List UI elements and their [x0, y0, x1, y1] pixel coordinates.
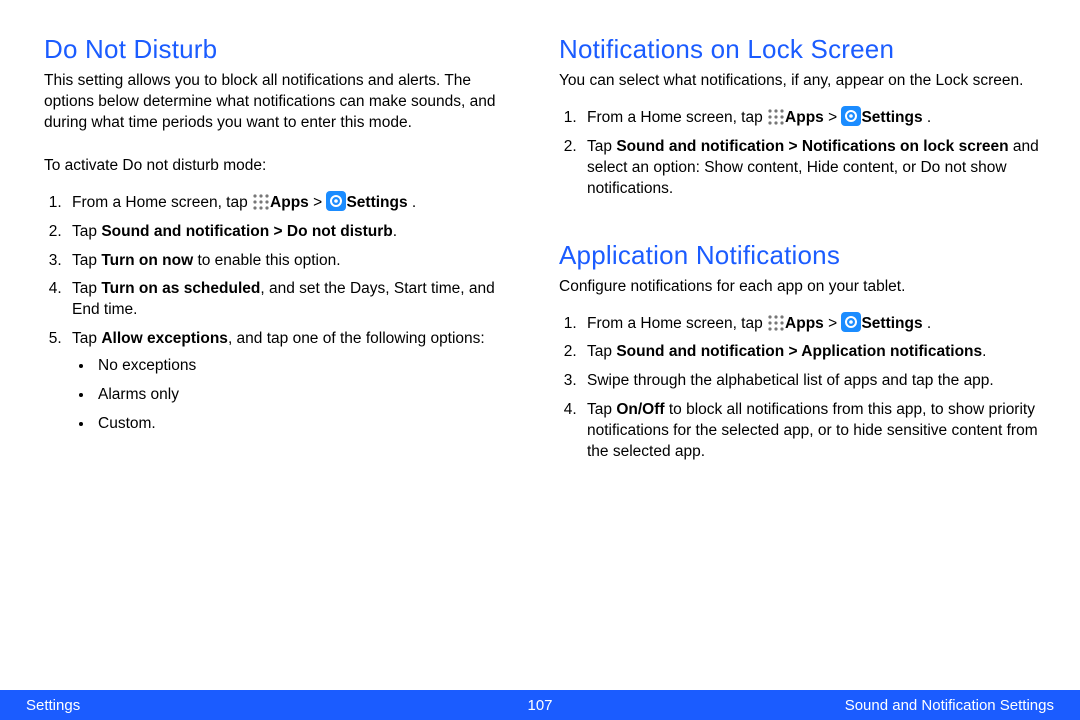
text-fragment: Tap	[587, 401, 616, 418]
dnd-steps: From a Home screen, tap Apps > Settings …	[44, 191, 525, 435]
footer-right: Sound and Notification Settings	[845, 697, 1054, 714]
appnotif-intro: Configure notifications for each app on …	[559, 277, 1040, 298]
dnd-step-1: From a Home screen, tap Apps > Settings …	[66, 191, 525, 214]
bold-action: Turn on now	[101, 252, 193, 269]
appnotif-step-3: Swipe through the alphabetical list of a…	[581, 371, 1040, 392]
settings-gear-icon	[841, 312, 861, 332]
text-fragment: Tap	[72, 223, 101, 240]
apps-label: Apps	[785, 109, 824, 126]
page-content: Do Not Disturb This setting allows you t…	[0, 0, 1080, 690]
apps-grid-icon	[252, 193, 270, 211]
dnd-step-5: Tap Allow exceptions, and tap one of the…	[66, 329, 525, 435]
apps-grid-icon	[767, 108, 785, 126]
lock-steps: From a Home screen, tap Apps > Settings …	[559, 106, 1040, 200]
dnd-option-alarms: Alarms only	[94, 385, 525, 406]
text-fragment: From a Home screen, tap	[587, 109, 767, 126]
text-fragment: Tap	[72, 252, 101, 269]
text-fragment: .	[393, 223, 397, 240]
text-fragment: .	[923, 315, 932, 332]
right-column: Notifications on Lock Screen You can sel…	[559, 34, 1040, 680]
apps-label: Apps	[785, 315, 824, 332]
text-fragment: Tap	[72, 330, 101, 347]
dnd-step-3: Tap Turn on now to enable this option.	[66, 251, 525, 272]
text-fragment: >	[309, 194, 327, 211]
bold-action: Allow exceptions	[101, 330, 228, 347]
dnd-step-4: Tap Turn on as scheduled, and set the Da…	[66, 279, 525, 321]
settings-gear-icon	[326, 191, 346, 211]
lock-step-2: Tap Sound and notification > Notificatio…	[581, 137, 1040, 200]
text-fragment: .	[408, 194, 417, 211]
text-fragment: Tap	[587, 343, 616, 360]
settings-gear-icon	[841, 106, 861, 126]
text-fragment: .	[982, 343, 986, 360]
dnd-intro: This setting allows you to block all not…	[44, 71, 525, 134]
lock-heading: Notifications on Lock Screen	[559, 34, 1040, 65]
bold-path: Sound and notification > Application not…	[616, 343, 982, 360]
text-fragment: From a Home screen, tap	[72, 194, 252, 211]
left-column: Do Not Disturb This setting allows you t…	[44, 34, 525, 680]
appnotif-step-4: Tap On/Off to block all notifications fr…	[581, 400, 1040, 463]
bold-action: On/Off	[616, 401, 664, 418]
footer-left: Settings	[26, 697, 80, 714]
text-fragment: >	[824, 109, 842, 126]
text-fragment: >	[824, 315, 842, 332]
dnd-exception-options: No exceptions Alarms only Custom.	[72, 356, 525, 435]
settings-label: Settings	[861, 109, 922, 126]
dnd-option-none: No exceptions	[94, 356, 525, 377]
bold-path: Sound and notification > Do not disturb	[101, 223, 392, 240]
footer-page-number: 107	[527, 697, 552, 714]
bold-action: Turn on as scheduled	[101, 280, 260, 297]
lock-step-1: From a Home screen, tap Apps > Settings …	[581, 106, 1040, 129]
text-fragment: .	[923, 109, 932, 126]
lock-intro: You can select what notifications, if an…	[559, 71, 1040, 92]
settings-label: Settings	[346, 194, 407, 211]
appnotif-step-1: From a Home screen, tap Apps > Settings …	[581, 312, 1040, 335]
text-fragment: Tap	[72, 280, 101, 297]
appnotif-step-2: Tap Sound and notification > Application…	[581, 342, 1040, 363]
settings-label: Settings	[861, 315, 922, 332]
page-footer: Settings 107 Sound and Notification Sett…	[0, 690, 1080, 720]
text-fragment: , and tap one of the following options:	[228, 330, 485, 347]
text-fragment: From a Home screen, tap	[587, 315, 767, 332]
apps-grid-icon	[767, 314, 785, 332]
bold-path: Sound and notification > Notifications o…	[616, 138, 1008, 155]
dnd-step-2: Tap Sound and notification > Do not dist…	[66, 222, 525, 243]
dnd-heading: Do Not Disturb	[44, 34, 525, 65]
appnotif-steps: From a Home screen, tap Apps > Settings …	[559, 312, 1040, 464]
apps-label: Apps	[270, 194, 309, 211]
dnd-activate-intro: To activate Do not disturb mode:	[44, 156, 525, 177]
appnotif-heading: Application Notifications	[559, 240, 1040, 271]
text-fragment: Tap	[587, 138, 616, 155]
dnd-option-custom: Custom.	[94, 414, 525, 435]
text-fragment: to enable this option.	[193, 252, 340, 269]
